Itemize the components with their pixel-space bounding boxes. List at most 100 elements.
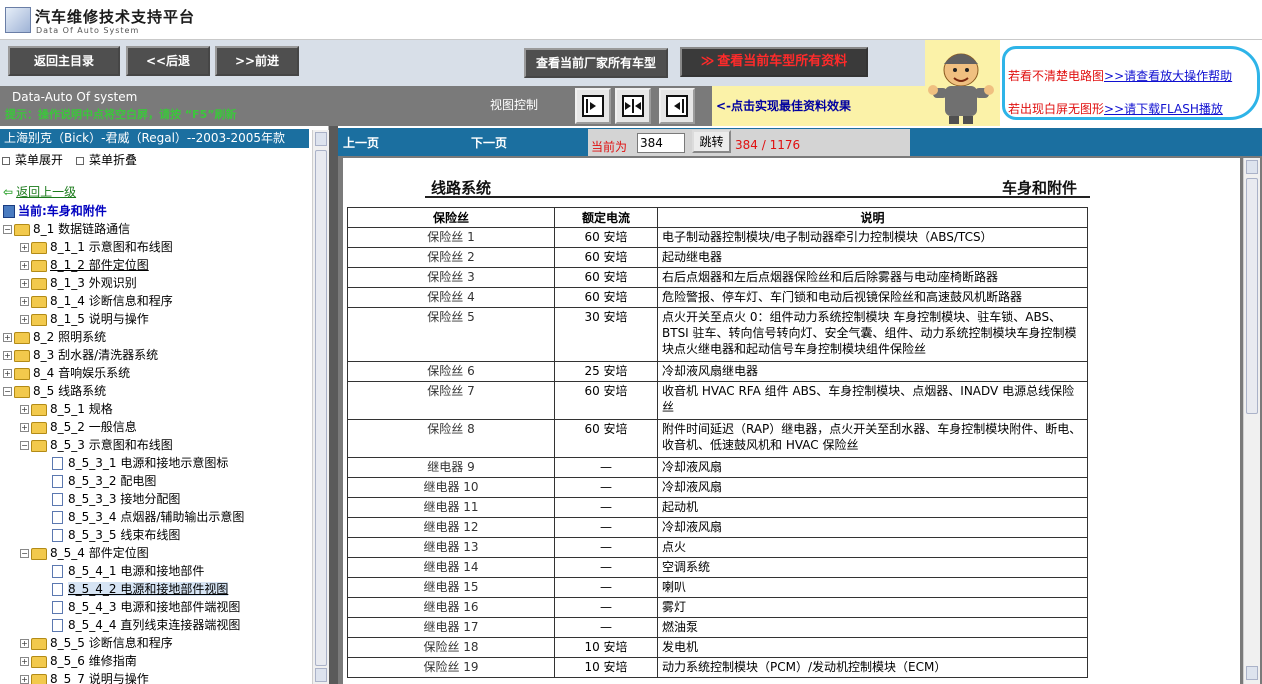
tree-scrollbar[interactable] <box>312 130 329 684</box>
collapse-toggle-icon[interactable]: − <box>3 225 12 234</box>
fuse-row: 保险丝 5 30 安培 点火开关至点火 0：组件动力系统控制模块 车身控制模块、驻车… <box>347 307 1088 362</box>
tree-leaf-item[interactable]: 8_5_4_4 直列线束连接器端视图 <box>52 616 240 634</box>
tree-folder-item[interactable]: +8_5_2 一般信息 <box>20 418 137 436</box>
expand-toggle-icon[interactable]: + <box>20 261 29 270</box>
fuse-description-cell: 点火开关至点火 0：组件动力系统控制模块 车身控制模块、驻车锁、ABS、BTSI… <box>657 307 1088 362</box>
tree-folder-item[interactable]: +8_3 刮水器/清洗器系统 <box>3 346 158 364</box>
expand-toggle-icon[interactable]: + <box>20 405 29 414</box>
prev-page-button[interactable]: 上一页 <box>343 134 379 151</box>
tree-item-label: 8_3 刮水器/清洗器系统 <box>33 348 159 362</box>
tree-folder-item[interactable]: +8_1_5 说明与操作 <box>20 310 149 328</box>
back-up-link[interactable]: ⇦ 返回上一级 <box>3 183 76 200</box>
tree-item-label: 8_2 照明系统 <box>33 330 107 344</box>
zoom-help-link[interactable]: >>请查看放大操作帮助 <box>1104 69 1232 83</box>
expand-toggle-icon[interactable]: + <box>20 657 29 666</box>
tree-leaf-item[interactable]: 8_5_3_5 线束布线图 <box>52 526 180 544</box>
view-split-button[interactable] <box>615 88 651 124</box>
back-button[interactable]: <<后退 <box>126 46 210 76</box>
tree-leaf-item[interactable]: 8_5_3_2 配电图 <box>52 472 156 490</box>
fuse-rating-cell: 60 安培 <box>554 227 658 248</box>
collapse-toggle-icon[interactable]: − <box>20 441 29 450</box>
view-expand-right-button[interactable] <box>575 88 611 124</box>
expand-toggle-icon[interactable]: + <box>20 639 29 648</box>
tree-leaf-item[interactable]: 8_5_3_1 电源和接地示意图标 <box>52 454 228 472</box>
scroll-thumb[interactable] <box>1246 178 1258 414</box>
tree-folder-item[interactable]: − 8_5_4 部件定位图 <box>20 544 149 562</box>
fuse-row: 保险丝 7 60 安培 收音机 HVAC RFA 组件 ABS、车身控制模块、点烟器… <box>347 381 1088 420</box>
document-scrollbar[interactable] <box>1243 158 1260 684</box>
tree-leaf-item[interactable]: 8_5_3_3 接地分配图 <box>52 490 180 508</box>
tree-item-label: 8_5_2 一般信息 <box>50 420 137 434</box>
collapse-toggle-icon[interactable]: − <box>20 549 29 558</box>
all-model-docs-button[interactable]: ≫ 查看当前车型所有资料 <box>680 47 868 77</box>
fuse-id-cell: 继电器 14 <box>347 557 555 578</box>
scroll-thumb[interactable] <box>315 150 327 666</box>
fuse-description-cell: 喇叭 <box>657 577 1088 598</box>
tree-folder-item[interactable]: +8_5_1 规格 <box>20 400 113 418</box>
tree-folder-item[interactable]: +8_4 音响娱乐系统 <box>3 364 130 382</box>
tree-folder-item[interactable]: +8_5_5 诊断信息和程序 <box>20 634 173 652</box>
home-button[interactable]: 返回主目录 <box>8 46 120 76</box>
folder-icon <box>31 241 47 254</box>
expand-toggle-icon[interactable]: + <box>20 675 29 684</box>
tree-leaf-item[interactable]: 8_5_4_3 电源和接地部件端视图 <box>52 598 240 616</box>
jump-button[interactable]: 跳转 <box>692 130 731 153</box>
fuse-id-cell: 保险丝 18 <box>347 637 555 658</box>
tree-leaf-item[interactable]: 8_5_3_4 点烟器/辅助输出示意图 <box>52 508 244 526</box>
scroll-up-arrow-icon[interactable] <box>1246 160 1258 174</box>
collapse-toggle-icon[interactable]: − <box>3 387 12 396</box>
fuse-description-cell: 收音机 HVAC RFA 组件 ABS、车身控制模块、点烟器、INADV 电源总… <box>657 381 1088 420</box>
tree-folder-item[interactable]: +8_1_4 诊断信息和程序 <box>20 292 173 310</box>
expand-toggle-icon[interactable]: + <box>20 243 29 252</box>
column-header-rating: 额定电流 <box>554 207 658 228</box>
column-header-fuse: 保险丝 <box>347 207 555 228</box>
fuse-description-cell: 右后点烟器和左后点烟器保险丝和后后除雾器与电动座椅断路器 <box>657 267 1088 288</box>
page-number-input[interactable] <box>637 133 685 153</box>
menu-collapse-button[interactable]: 菜单折叠 <box>76 151 137 168</box>
tree-folder-item[interactable]: +8_2 照明系统 <box>3 328 106 346</box>
expand-toggle-icon[interactable]: + <box>20 297 29 306</box>
expand-toggle-icon[interactable]: + <box>20 423 29 432</box>
tree-folder-item[interactable]: +8_1_1 示意图和布线图 <box>20 238 173 256</box>
app-subtitle: Data Of Auto System <box>36 26 140 35</box>
expand-toggle-icon[interactable]: + <box>20 279 29 288</box>
fuse-id-cell: 继电器 10 <box>347 477 555 498</box>
panel-splitter[interactable] <box>329 126 338 684</box>
tree-leaf-item[interactable]: 8_5_4_1 电源和接地部件 <box>52 562 204 580</box>
tree-folder-item[interactable]: − 8_5 线路系统 <box>3 382 106 400</box>
fuse-row: 继电器 17— 燃油泵 <box>347 617 1088 638</box>
app-logo-icon <box>5 7 31 33</box>
scroll-down-arrow-icon[interactable] <box>1246 666 1258 680</box>
fuse-description-cell: 起动继电器 <box>657 247 1088 268</box>
scroll-up-arrow-icon[interactable] <box>315 132 327 146</box>
tree-item-label: 8_5_4_3 电源和接地部件端视图 <box>68 600 241 614</box>
tree-folder-item[interactable]: − 8_5_3 示意图和布线图 <box>20 436 173 454</box>
document-icon <box>52 565 63 578</box>
fuse-rating-cell: 60 安培 <box>554 287 658 308</box>
forward-button[interactable]: >>前进 <box>215 46 299 76</box>
view-expand-left-button[interactable] <box>659 88 695 124</box>
fuse-row: 继电器 9— 冷却液风扇 <box>347 457 1088 478</box>
expand-toggle-icon[interactable]: + <box>20 315 29 324</box>
tree-folder-item[interactable]: +8_1_3 外观识别 <box>20 274 137 292</box>
document-icon <box>52 619 63 632</box>
fuse-row: 继电器 15— 喇叭 <box>347 577 1088 598</box>
title-bar: 汽车维修技术支持平台 Data Of Auto System <box>0 0 1262 40</box>
app-title: 汽车维修技术支持平台 <box>35 8 196 26</box>
scroll-down-arrow-icon[interactable] <box>315 668 327 682</box>
tree-folder-item[interactable]: +8_5_6 维修指南 <box>20 652 137 670</box>
flash-help-line: 若出现白屏无图形>>请下载FLASH播放 <box>1008 100 1223 117</box>
tree-folder-item[interactable]: +8_1_2 部件定位图 <box>20 256 149 274</box>
expand-toggle-icon[interactable]: + <box>3 351 12 360</box>
tree-folder-item[interactable]: − 8_1 数据链路通信 <box>3 220 130 238</box>
menu-expand-button[interactable]: 菜单展开 <box>2 151 63 168</box>
expand-toggle-icon[interactable]: + <box>3 333 12 342</box>
tree-item-label: 8_5_3_3 接地分配图 <box>68 492 181 506</box>
tree-folder-item[interactable]: +8_5_7 说明与操作 <box>20 670 149 684</box>
next-page-button[interactable]: 下一页 <box>471 134 507 151</box>
fuse-rating-cell: — <box>554 477 658 498</box>
expand-toggle-icon[interactable]: + <box>3 369 12 378</box>
flash-download-link[interactable]: >>请下载FLASH播放 <box>1104 102 1223 116</box>
tree-leaf-item[interactable]: 8_5_4_2 电源和接地部件视图 <box>52 580 229 598</box>
all-maker-models-button[interactable]: 查看当前厂家所有车型 <box>524 48 668 78</box>
